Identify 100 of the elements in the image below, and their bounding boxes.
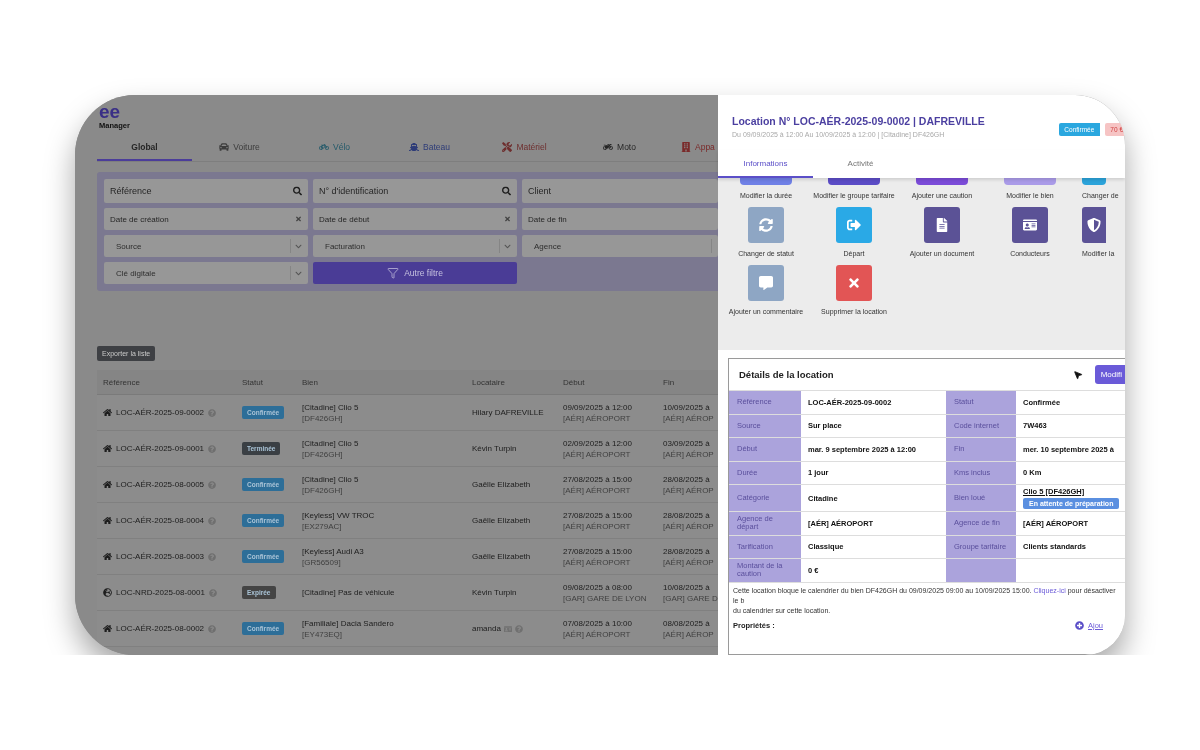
reference-text: LOC-AÉR-2025-08-0003 — [116, 552, 205, 562]
tenant-name: Gaëlle Elizabeth — [472, 480, 531, 490]
column-header: Référence — [102, 377, 140, 387]
start-date: 02/09/2025 à 12:00 — [563, 438, 632, 448]
date-field[interactable]: Date de création — [104, 208, 308, 231]
start-agency: [AÉR] AÉROPORT — [563, 449, 631, 459]
asset-name: [Keyless] VW TROC — [302, 510, 375, 520]
end-agency: [AÉR] AÉROP — [663, 485, 714, 495]
search-field[interactable]: Client — [522, 179, 718, 204]
asset-name: [Citadine] Clio 5 — [302, 402, 359, 412]
plus-icon — [1075, 620, 1084, 630]
asset-name: [Citadine] Pas de véhicule — [302, 588, 395, 598]
panel-title: Location N° LOC-AÉR-2025-09-0002 | DAFREVILLE — [732, 115, 985, 127]
home-icon — [103, 480, 112, 490]
reference-text: LOC-AÉR-2025-08-0004 — [116, 516, 205, 526]
end-date: 28/08/2025 à — [663, 474, 710, 484]
select-field[interactable]: Clé digitale — [104, 262, 308, 285]
home-icon — [103, 516, 112, 526]
asset-plate: [DF426GH] — [302, 413, 343, 423]
end-date: 10/08/2025 à — [663, 582, 710, 592]
help-icon — [208, 480, 217, 489]
end-agency: [AÉR] AÉROP — [663, 521, 714, 531]
car-icon — [219, 142, 230, 153]
reference-text: LOC-NRD-2025-08-0001 — [116, 588, 205, 598]
tenant-name: Kévin Turpin — [472, 444, 517, 454]
start-agency: [AÉR] AÉROPORT — [563, 521, 631, 531]
action-tile[interactable] — [828, 178, 880, 185]
panel-tab[interactable]: Activité — [813, 150, 908, 178]
category-tab[interactable]: Global — [97, 135, 192, 162]
action-tile[interactable] — [748, 206, 784, 243]
column-header: Fin — [663, 377, 675, 387]
exit-icon — [847, 217, 861, 232]
category-tab[interactable]: Appa — [667, 135, 718, 162]
help-icon — [208, 516, 217, 525]
search-field[interactable]: N° d'identification — [313, 179, 517, 204]
date-field[interactable]: Date de fin — [522, 208, 718, 231]
document-icon — [935, 217, 949, 232]
category-tab[interactable]: Voiture — [192, 135, 287, 162]
help-icon — [514, 624, 523, 633]
bicycle-icon — [319, 142, 329, 153]
end-date: 28/08/2025 à — [663, 510, 710, 520]
action-tile[interactable] — [836, 264, 872, 301]
refresh-icon — [759, 217, 773, 232]
column-header: Locataire — [472, 377, 505, 387]
clear-icon[interactable] — [295, 215, 302, 223]
reference-text: LOC-AÉR-2025-09-0001 — [116, 444, 205, 454]
action-tile[interactable] — [924, 206, 960, 243]
id-card-icon — [1023, 217, 1037, 232]
edit-button[interactable]: Modifi — [1094, 365, 1125, 384]
help-icon — [208, 624, 217, 633]
action-tile[interactable] — [1012, 206, 1048, 243]
tenant-name: Gaëlle Elizabeth — [472, 552, 531, 562]
end-date: 10/09/2025 à — [663, 402, 710, 412]
tenant-name: Hilary DAFREVILLE — [472, 408, 544, 418]
reference-text: LOC-AÉR-2025-09-0002 — [116, 408, 205, 418]
help-icon — [208, 408, 217, 417]
clear-icon[interactable] — [504, 215, 511, 223]
end-agency: [AÉR] AÉROP — [663, 449, 714, 459]
start-date: 27/08/2025 à 15:00 — [563, 510, 632, 520]
logo-mark: ee — [99, 103, 122, 122]
select-field[interactable]: Agence — [522, 235, 718, 258]
home-icon — [103, 444, 112, 454]
action-tile[interactable] — [1082, 206, 1106, 243]
select-field[interactable]: Source — [104, 235, 308, 258]
shield-icon — [1087, 217, 1101, 232]
start-agency: [AÉR] AÉROPORT — [563, 557, 631, 567]
category-tab[interactable]: Matériel — [477, 135, 572, 162]
filter-button[interactable]: Autre filtre — [313, 262, 517, 285]
start-agency: [AÉR] AÉROPORT — [563, 485, 631, 495]
filter-icon — [387, 267, 400, 280]
cursor-icon — [1072, 369, 1083, 380]
date-field[interactable]: Date de début — [313, 208, 517, 231]
action-tile[interactable] — [836, 206, 872, 243]
category-tab[interactable]: Bateau — [382, 135, 477, 162]
action-tile[interactable] — [916, 178, 968, 185]
reference-text: LOC-AÉR-2025-08-0005 — [116, 480, 205, 490]
field-label-cell — [946, 559, 1016, 582]
search-field[interactable]: Référence — [104, 179, 308, 204]
action-tile[interactable] — [1004, 178, 1056, 185]
tenant-name: amanda — [472, 624, 501, 634]
asset-plate: [DF426GH] — [302, 449, 343, 459]
help-icon — [208, 444, 217, 453]
column-header: Début — [563, 377, 585, 387]
asset-name: [Familiale] Dacia Sandero — [302, 618, 394, 628]
boat-icon — [409, 142, 419, 153]
end-agency: [AÉR] AÉROP — [663, 413, 714, 423]
category-tab[interactable]: Moto — [572, 135, 667, 162]
asset-plate: [EX279AC] — [302, 521, 342, 531]
start-agency: [AÉR] AÉROPORT — [563, 413, 631, 423]
tools-icon — [502, 142, 513, 153]
motorcycle-icon — [603, 142, 614, 153]
end-date: 08/08/2025 à — [663, 618, 710, 628]
home-icon — [103, 552, 112, 562]
action-tile[interactable] — [740, 178, 792, 185]
tenant-name: Gaëlle Elizabeth — [472, 516, 531, 526]
building-icon — [681, 142, 691, 153]
action-tile[interactable] — [748, 264, 784, 301]
select-field[interactable]: Facturation — [313, 235, 517, 258]
action-tile[interactable] — [1082, 178, 1106, 185]
start-date: 07/08/2025 à 10:00 — [563, 618, 632, 628]
